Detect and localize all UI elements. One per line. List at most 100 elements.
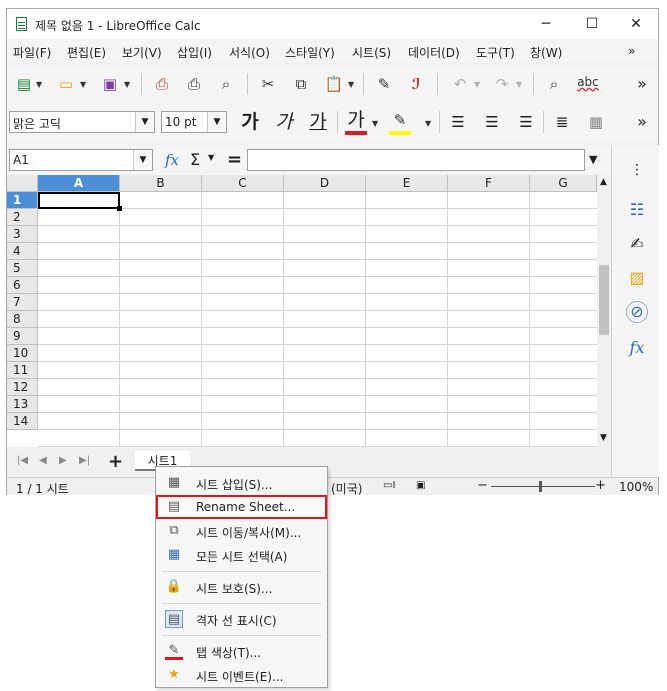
insert-mode-icon[interactable]: ▭I (383, 480, 395, 491)
column-header-f[interactable]: F (448, 175, 530, 192)
menu-edit[interactable]: 편집(E) (67, 44, 106, 61)
navigator-icon[interactable]: ⊘ (626, 301, 648, 323)
scroll-down-icon[interactable]: ▼ (600, 433, 607, 443)
zoom-slider[interactable] (491, 486, 595, 487)
formula-input[interactable] (247, 149, 585, 171)
find-replace-icon[interactable]: ⌕ (543, 73, 565, 95)
new-dropdown-icon[interactable]: ▼ (36, 80, 42, 89)
font-size-combo[interactable]: 10 pt ▼ (161, 111, 227, 133)
menu-item-rename-sheet[interactable]: ▤ Rename Sheet... (156, 495, 327, 519)
styles-icon[interactable]: ✍ (626, 233, 648, 255)
sum-icon[interactable]: Σ (190, 150, 200, 169)
function-wizard-icon[interactable]: fx (165, 151, 179, 169)
font-color-dropdown-icon[interactable]: ▼ (372, 119, 378, 128)
cut-icon[interactable]: ✂ (257, 73, 279, 95)
paste-dropdown-icon[interactable]: ▼ (348, 80, 354, 89)
gallery-icon[interactable]: ▨ (626, 267, 648, 289)
highlight-color-icon[interactable]: ✎ (389, 109, 411, 135)
cell-cursor-a1[interactable] (38, 192, 122, 211)
zoom-level[interactable]: 100% (619, 480, 653, 494)
column-header-d[interactable]: D (284, 175, 366, 192)
functions-icon[interactable]: fx (626, 337, 648, 359)
first-sheet-icon[interactable]: |◀ (17, 455, 28, 466)
menu-item-insert-sheet[interactable]: ▦ 시트 삽입(S)... (156, 471, 327, 495)
menu-styles[interactable]: 스타일(Y) (285, 44, 335, 61)
row-header-2[interactable]: 2 (7, 209, 38, 226)
row-header-3[interactable]: 3 (7, 226, 38, 243)
name-box[interactable]: A1 ▼ (9, 149, 153, 171)
menu-window[interactable]: 창(W) (530, 44, 562, 61)
row-header-14[interactable]: 14 (7, 413, 38, 430)
formatting-toolbar-more-icon[interactable]: » (631, 111, 653, 133)
new-document-icon[interactable]: ▤ (13, 73, 35, 95)
column-header-c[interactable]: C (202, 175, 284, 192)
document-modified-icon[interactable]: ▣ (416, 480, 425, 491)
redo-dropdown-icon[interactable]: ▼ (516, 80, 522, 89)
underline-button[interactable]: 가 (307, 111, 329, 133)
save-icon[interactable]: ▣ (99, 73, 121, 95)
copy-icon[interactable]: ⧉ (290, 73, 312, 95)
redo-icon[interactable]: ↷ (491, 73, 513, 95)
clone-formatting-icon[interactable]: ✎ (373, 73, 395, 95)
row-header-4[interactable]: 4 (7, 243, 38, 260)
row-header-1[interactable]: 1 (7, 192, 38, 209)
expand-formula-icon[interactable]: ▼ (589, 153, 597, 166)
maximize-button[interactable]: ☐ (569, 9, 615, 39)
row-header-9[interactable]: 9 (7, 328, 38, 345)
zoom-in-button[interactable]: + (595, 478, 606, 493)
row-header-5[interactable]: 5 (7, 260, 38, 277)
chevron-down-icon[interactable]: ▼ (133, 150, 152, 170)
menu-item-show-grid-lines[interactable]: ▤ 격자 선 표시(C) (156, 607, 327, 631)
menu-data[interactable]: 데이터(D) (408, 44, 460, 61)
properties-icon[interactable]: ☷ (626, 199, 648, 221)
formula-icon[interactable]: = (227, 149, 242, 170)
next-sheet-icon[interactable]: ▶ (59, 455, 67, 466)
row-header-11[interactable]: 11 (7, 362, 38, 379)
menu-format[interactable]: 서식(O) (229, 44, 270, 61)
zoom-slider-handle[interactable] (539, 481, 542, 492)
toolbar-more-icon[interactable]: » (631, 73, 653, 95)
sidebar-menu-icon[interactable]: ⋮ (626, 159, 648, 181)
export-pdf-icon[interactable]: ⎙ (151, 73, 173, 95)
cell-area[interactable] (38, 192, 597, 447)
font-color-button[interactable]: 가 (345, 109, 367, 135)
row-header-12[interactable]: 12 (7, 379, 38, 396)
row-header-6[interactable]: 6 (7, 277, 38, 294)
column-header-a[interactable]: A (38, 175, 120, 192)
sum-dropdown-icon[interactable]: ▼ (208, 153, 214, 162)
print-preview-icon[interactable]: ⌕ (215, 73, 237, 95)
menu-tools[interactable]: 도구(T) (476, 44, 515, 61)
vertical-scrollbar[interactable]: ▲ ▼ (597, 175, 611, 447)
print-icon[interactable]: ⎙ (183, 73, 205, 95)
open-dropdown-icon[interactable]: ▼ (80, 80, 86, 89)
column-header-g[interactable]: G (530, 175, 597, 192)
merge-cells-icon[interactable]: ▦ (585, 111, 607, 133)
column-header-e[interactable]: E (366, 175, 448, 192)
prev-sheet-icon[interactable]: ◀ (39, 455, 47, 466)
align-right-icon[interactable]: ☰ (515, 111, 537, 133)
menu-item-protect-sheet[interactable]: 🔒 시트 보호(S)... (156, 575, 327, 599)
column-header-b[interactable]: B (120, 175, 202, 192)
open-folder-icon[interactable]: ▭ (55, 73, 77, 95)
menu-view[interactable]: 보기(V) (122, 44, 162, 61)
menu-insert[interactable]: 삽입(I) (177, 44, 212, 61)
wrap-text-icon[interactable]: ≣ (551, 111, 573, 133)
scroll-up-icon[interactable]: ▲ (600, 177, 607, 187)
zoom-out-button[interactable]: − (477, 478, 488, 493)
menu-item-move-copy-sheet[interactable]: ⧉ 시트 이동/복사(M)... (156, 519, 327, 543)
close-button[interactable]: ✕ (613, 9, 659, 39)
language-status[interactable]: (미국) (331, 480, 362, 497)
row-header-7[interactable]: 7 (7, 294, 38, 311)
vertical-scroll-thumb[interactable] (599, 265, 609, 335)
minimize-button[interactable]: ─ (523, 9, 569, 39)
undo-icon[interactable]: ↶ (449, 73, 471, 95)
menu-item-sheet-events[interactable]: ★ 시트 이벤트(E)... (156, 663, 327, 687)
chevron-down-icon[interactable]: ▼ (207, 112, 226, 132)
clear-formatting-icon[interactable]: ℐ (405, 73, 427, 95)
add-sheet-button[interactable]: + (108, 451, 123, 472)
row-header-13[interactable]: 13 (7, 396, 38, 413)
save-dropdown-icon[interactable]: ▼ (124, 80, 130, 89)
bold-button[interactable]: 가 (239, 111, 261, 133)
last-sheet-icon[interactable]: ▶| (79, 455, 90, 466)
menu-item-select-all-sheets[interactable]: ▦ 모든 시트 선택(A) (156, 543, 327, 567)
